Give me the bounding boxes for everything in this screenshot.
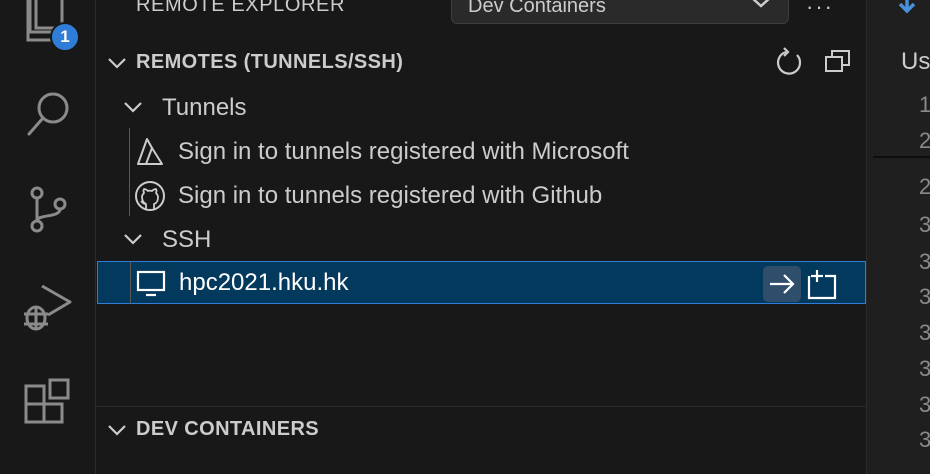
ssh-label: SSH (162, 226, 212, 253)
more-actions-icon[interactable]: ··· (806, 0, 834, 19)
tunnel-microsoft-label: Sign in to tunnels registered with Micro… (178, 138, 629, 165)
editor-separator (873, 156, 930, 158)
extensions-icon[interactable] (22, 376, 74, 428)
tree-item-ssh[interactable]: SSH (96, 218, 866, 260)
new-window-plus-icon (807, 270, 837, 300)
remote-explorer-sidebar: REMOTE EXPLORER Dev Containers ··· REMOT… (96, 0, 866, 474)
sidebar-title: REMOTE EXPLORER (136, 0, 346, 16)
explorer-badge: 1 (50, 22, 80, 52)
line-number: 3 (919, 212, 930, 237)
tree-item-tunnel-microsoft[interactable]: Sign in to tunnels registered with Micro… (96, 130, 866, 172)
dev-containers-section-title: DEV CONTAINERS (136, 418, 320, 440)
line-number: 3 (919, 427, 930, 452)
ssh-host-label: hpc2021.hku.hk (179, 269, 349, 296)
line-number: 3 (919, 249, 930, 274)
dev-containers-section-header[interactable]: DEV CONTAINERS (96, 411, 866, 447)
run-debug-icon[interactable] (22, 280, 74, 332)
search-icon[interactable] (22, 88, 74, 140)
editor-area: Us 1 2 2 3 3 3 3 3 3 3 (866, 0, 930, 474)
chevron-down-icon (124, 234, 142, 245)
remote-type-select[interactable]: Dev Containers (451, 0, 789, 24)
new-window-icon[interactable] (822, 46, 854, 78)
tree-item-ssh-host[interactable]: hpc2021.hku.hk (97, 261, 866, 304)
line-number: 3 (919, 356, 930, 381)
line-number: 3 (919, 320, 930, 345)
indent-guide (130, 262, 131, 303)
chevron-down-icon (108, 58, 126, 69)
line-number: 2 (919, 174, 930, 199)
activity-bar: 1 (0, 0, 96, 474)
chevron-down-icon (752, 0, 770, 8)
line-number: 2 (919, 128, 930, 153)
tunnels-label: Tunnels (162, 94, 247, 121)
line-number: 3 (919, 392, 930, 417)
section-divider (96, 406, 866, 407)
remotes-section-header[interactable]: REMOTES (TUNNELS/SSH) (96, 44, 866, 80)
remote-type-select-value: Dev Containers (468, 0, 606, 17)
download-icon[interactable] (895, 0, 919, 18)
source-control-icon[interactable] (22, 184, 74, 236)
remotes-section-title: REMOTES (TUNNELS/SSH) (136, 51, 404, 73)
arrow-right-icon (770, 274, 795, 294)
connect-current-window-button[interactable] (763, 266, 801, 302)
refresh-icon[interactable] (774, 46, 806, 78)
chevron-down-icon (108, 425, 126, 436)
connect-new-window-button[interactable] (803, 266, 841, 302)
tree-item-tunnel-github[interactable]: Sign in to tunnels registered with Githu… (96, 174, 866, 216)
github-icon (135, 181, 165, 211)
line-number: 3 (919, 284, 930, 309)
editor-text: Us (901, 48, 930, 75)
line-number: 1 (919, 92, 930, 117)
monitor-icon (136, 270, 166, 297)
tree-item-tunnels[interactable]: Tunnels (96, 86, 866, 128)
chevron-down-icon (124, 102, 142, 113)
tunnel-github-label: Sign in to tunnels registered with Githu… (178, 182, 603, 209)
azure-icon (137, 138, 163, 165)
